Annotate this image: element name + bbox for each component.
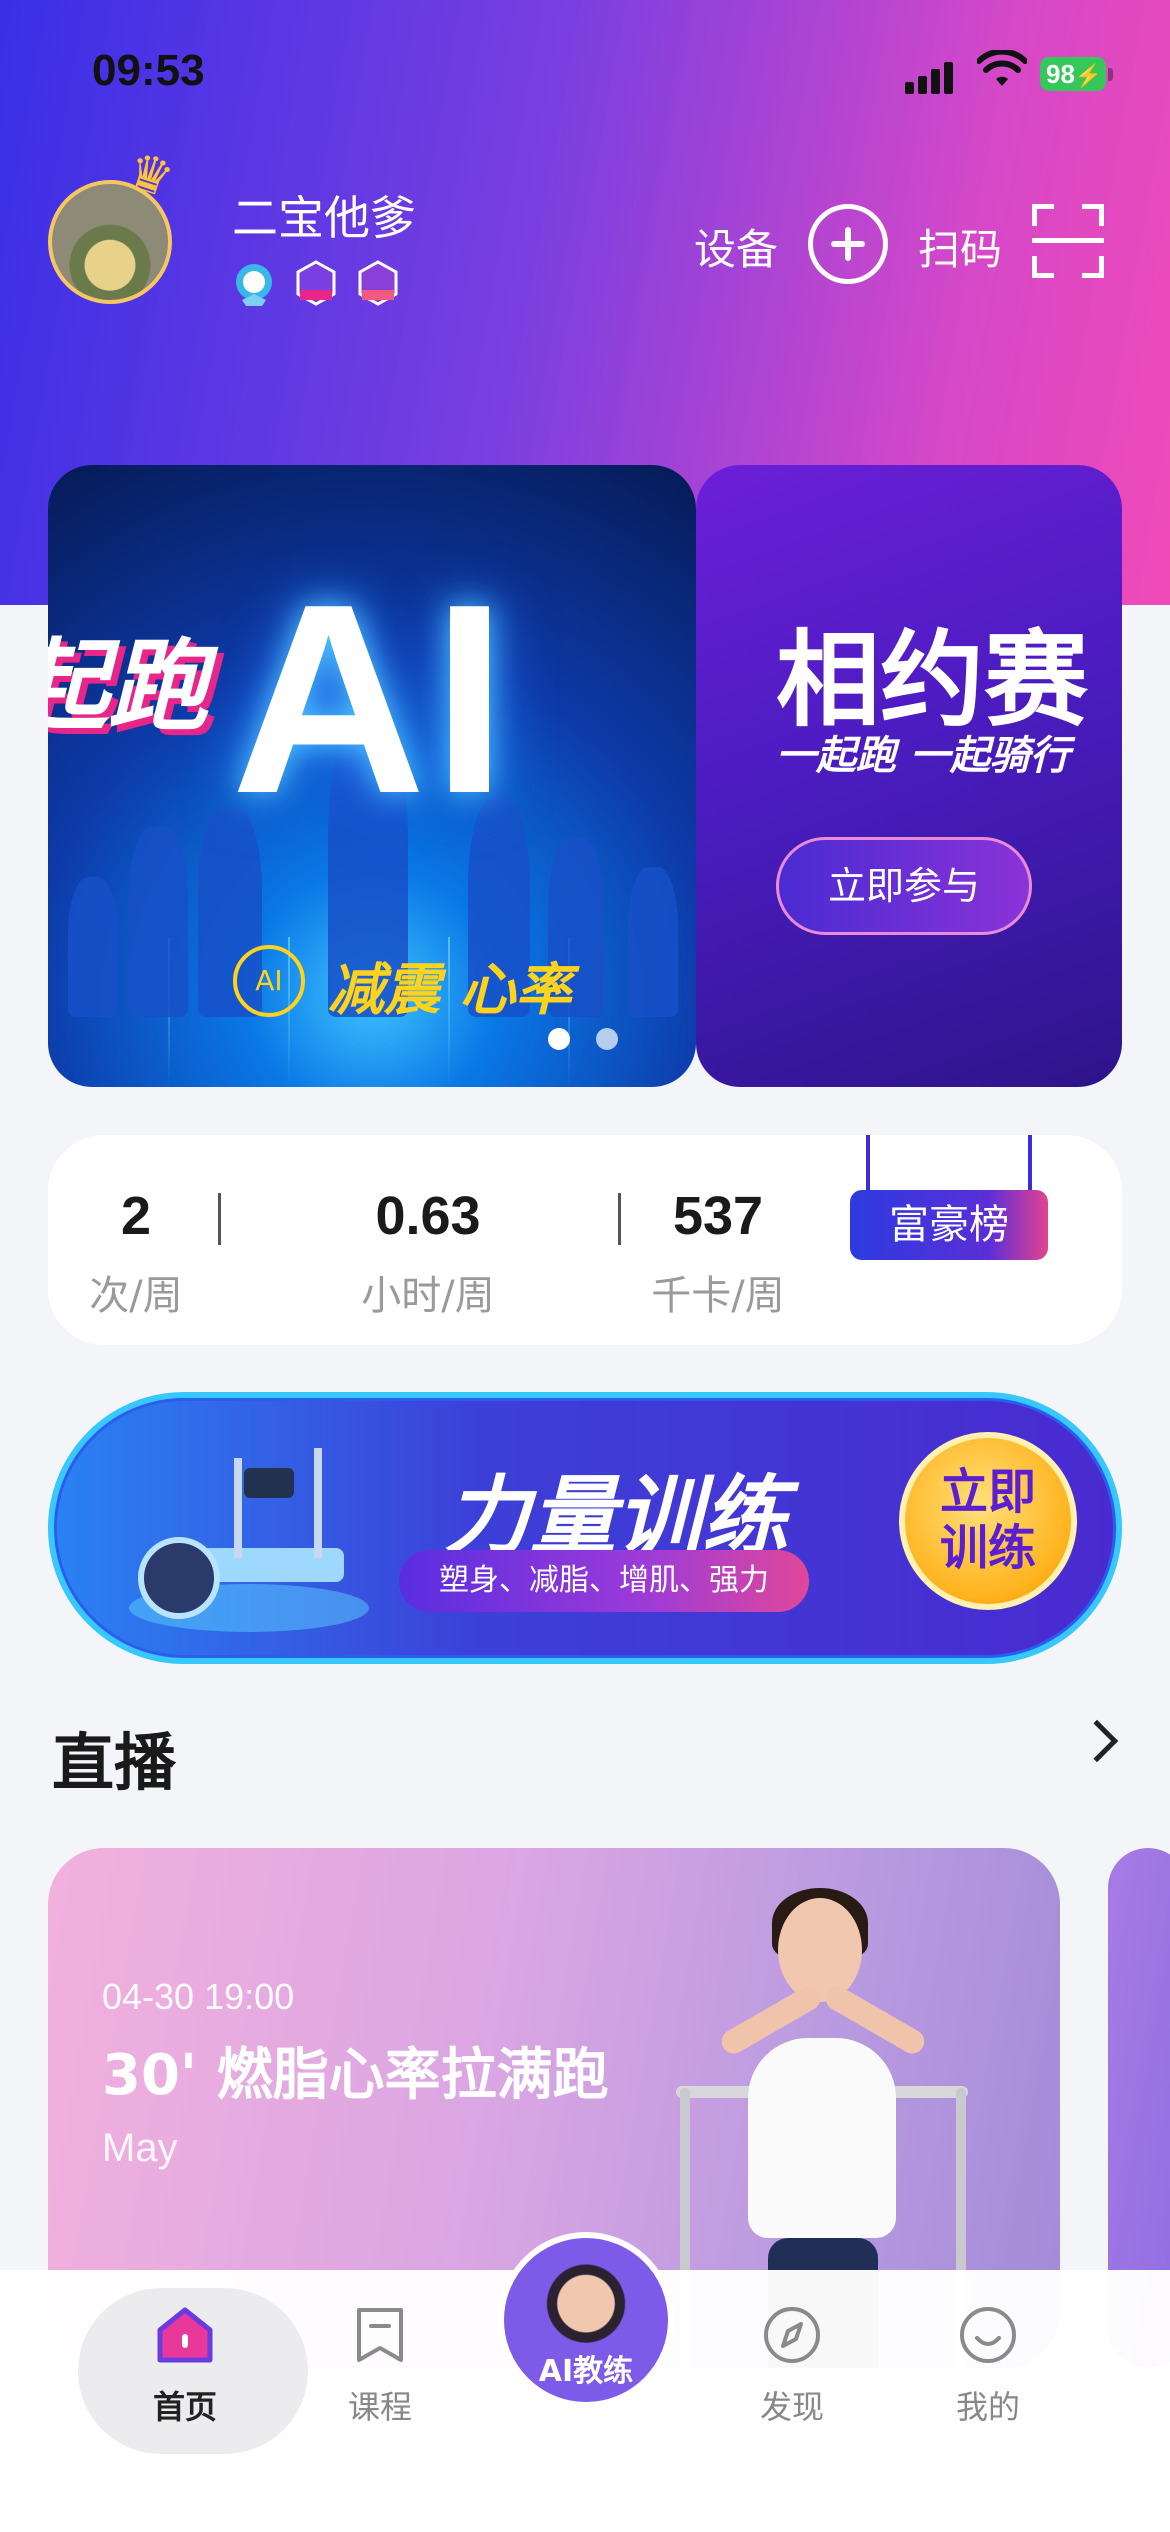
stat-hours-value: 0.63: [375, 1186, 481, 1246]
tab-discover-label: 发现: [759, 2388, 824, 2426]
smile-icon: [960, 2307, 1016, 2363]
compass-icon: [764, 2307, 820, 2363]
tab-discover[interactable]: 发现: [732, 2304, 852, 2428]
start-training-button[interactable]: 立即 训练: [899, 1432, 1077, 1610]
stat-divider: [618, 1193, 621, 1245]
carousel-dot-active[interactable]: [548, 1028, 570, 1050]
battery-tip: [1108, 68, 1113, 81]
stat-calories-value: 537: [672, 1186, 764, 1246]
join-now-button[interactable]: 立即参与: [776, 837, 1032, 935]
tab-courses-label: 课程: [347, 2388, 412, 2426]
ai-running-banner[interactable]: 起跑 AI AI 减震 心率: [48, 465, 696, 1087]
ai-coach-label: AI教练: [538, 2354, 634, 2389]
banner-ai-text: AI: [231, 549, 513, 850]
home-icon: [157, 2307, 213, 2363]
stat-hours-unit: 小时/周: [361, 1273, 495, 1319]
start-training-line2: 训练: [939, 1520, 1036, 1576]
live-coach-name: May: [102, 2126, 178, 2170]
scan-label[interactable]: 扫码: [918, 216, 1002, 277]
strength-tags: 塑身、减脂、增肌、强力: [399, 1550, 809, 1612]
home-screen: 09:53 98⚡ ♛ 二宝他爹 设备 扫码 跑 AI AI 减震 心率 相约赛…: [0, 0, 1170, 2532]
100km-badge-icon[interactable]: [356, 260, 400, 308]
live-section-title: 直播: [52, 1726, 177, 1799]
device-label[interactable]: 设备: [694, 216, 778, 277]
ai-coach-button[interactable]: AI教练: [498, 2232, 674, 2408]
race-banner-subtitle: 一起跑 一起骑行: [776, 733, 1070, 779]
tab-mine-label: 我的: [955, 2388, 1020, 2426]
status-bar: 09:53 98⚡: [0, 40, 1170, 110]
stat-calories-unit: 千卡/周: [651, 1273, 785, 1319]
tab-home-label: 首页: [152, 2388, 217, 2426]
chevron-right-icon[interactable]: [1075, 1719, 1119, 1763]
carousel-dot[interactable]: [596, 1028, 618, 1050]
battery-level: 98: [1046, 59, 1075, 89]
battery-indicator: 98⚡: [1040, 57, 1106, 91]
rowing-machine-icon: [129, 1448, 369, 1632]
status-time: 09:53: [92, 46, 205, 95]
stat-sessions-value: 2: [120, 1186, 152, 1246]
rich-list-button[interactable]: 富豪榜: [850, 1190, 1048, 1260]
username[interactable]: 二宝他爹: [232, 182, 416, 248]
live-class-title: 30' 燃脂心率拉满跑: [102, 2043, 609, 2108]
stat-sessions-unit: 次/周: [89, 1273, 183, 1319]
tab-courses[interactable]: 课程: [320, 2304, 440, 2428]
start-training-line1: 立即: [939, 1464, 1036, 1520]
tab-mine[interactable]: 我的: [928, 2304, 1048, 2428]
race-banner[interactable]: 相约赛 一起跑 一起骑行 立即参与: [696, 465, 1122, 1087]
tab-home[interactable]: 首页: [125, 2304, 245, 2428]
running-badge-icon[interactable]: [232, 260, 276, 308]
add-device-icon[interactable]: [808, 204, 888, 284]
wifi-icon: [977, 50, 1027, 86]
ai-ring-icon: AI: [233, 945, 305, 1017]
bookmark-icon: [357, 2308, 403, 2362]
live-datetime: 04-30 19:00: [102, 1976, 295, 2017]
strength-training-banner[interactable]: 力量训练 塑身、减脂、增肌、强力 立即 训练: [48, 1392, 1122, 1664]
stat-divider: [218, 1193, 221, 1245]
scan-icon[interactable]: [1032, 204, 1104, 278]
365km-badge-icon[interactable]: [294, 260, 338, 308]
banner-tagline: 减震 心率: [328, 958, 572, 1023]
